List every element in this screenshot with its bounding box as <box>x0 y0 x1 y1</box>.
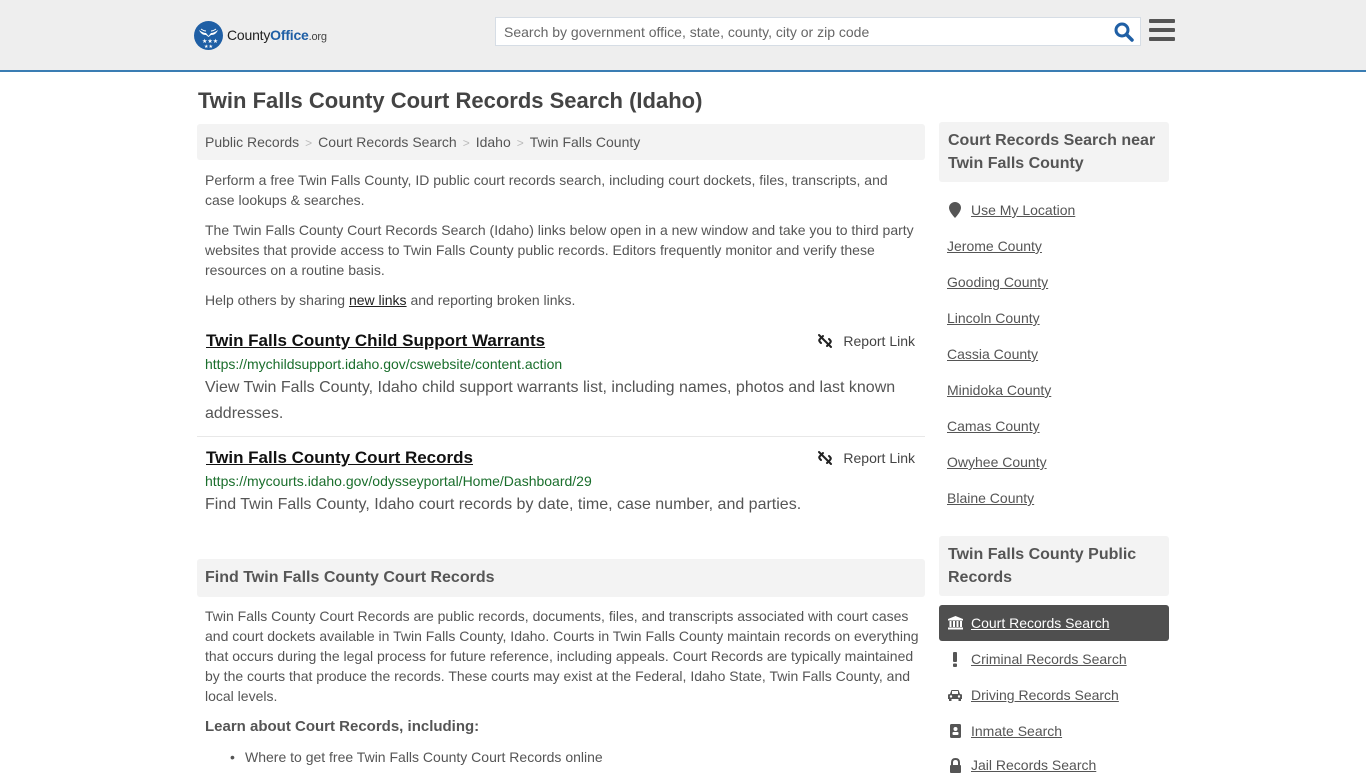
site-header: ★★★ ★★ CountyOffice.org <box>0 0 1366 72</box>
courthouse-icon <box>947 616 963 630</box>
find-section-heading: Find Twin Falls County Court Records <box>197 559 925 597</box>
intro-paragraph-1: Perform a free Twin Falls County, ID pub… <box>205 172 888 208</box>
page-title: Twin Falls County Court Records Search (… <box>198 88 703 113</box>
result-url: https://mychildsupport.idaho.gov/cswebsi… <box>205 356 563 372</box>
nearby-county-link[interactable]: Jerome County <box>947 238 1042 254</box>
breadcrumb: Public Records > Court Records Search > Idah… <box>197 124 925 160</box>
breadcrumb-twin-falls-county[interactable]: Twin Falls County <box>530 134 640 150</box>
nearby-county-link[interactable]: Cassia County <box>947 346 1038 362</box>
result-title-link[interactable]: Twin Falls County Court Records <box>206 448 473 468</box>
nearby-county-link[interactable]: Lincoln County <box>947 310 1040 326</box>
intro-paragraph-3: Help others by sharing new links and rep… <box>205 292 576 308</box>
sidebar-item-driving-records-search[interactable]: Driving Records Search <box>947 687 1119 703</box>
nearby-county-link[interactable]: Blaine County <box>947 490 1034 506</box>
logo-text: CountyOffice.org <box>227 27 327 43</box>
breadcrumb-separator: > <box>516 136 524 150</box>
nearby-county-link[interactable]: Owyhee County <box>947 454 1047 470</box>
find-section-body: Twin Falls County Court Records are publ… <box>205 608 919 704</box>
result-description: Find Twin Falls County, Idaho court reco… <box>205 496 802 513</box>
public-records-heading: Twin Falls County Public Records <box>939 536 1169 596</box>
new-links-link[interactable]: new links <box>349 292 407 308</box>
broken-link-icon <box>818 451 833 465</box>
id-badge-icon <box>947 724 963 738</box>
nearby-county-link[interactable]: Minidoka County <box>947 382 1051 398</box>
report-link-button[interactable]: Report Link <box>817 333 915 349</box>
nearby-county-link[interactable]: Camas County <box>947 418 1040 434</box>
result-url: https://mycourts.idaho.gov/odysseyportal… <box>205 473 592 489</box>
sidebar-item-court-records-search[interactable]: Court Records Search <box>939 605 1169 641</box>
lock-icon <box>947 757 963 773</box>
breadcrumb-public-records[interactable]: Public Records <box>205 134 299 150</box>
site-logo[interactable]: ★★★ ★★ CountyOffice.org <box>194 20 327 50</box>
breadcrumb-court-records-search[interactable]: Court Records Search <box>318 134 457 150</box>
intro-paragraph-2: The Twin Falls County Court Records Sear… <box>205 222 914 278</box>
nearby-county-link[interactable]: Gooding County <box>947 274 1048 290</box>
use-my-location-link[interactable]: Use My Location <box>947 202 1075 218</box>
broken-link-icon <box>818 334 833 348</box>
result-description: View Twin Falls County, Idaho child supp… <box>205 379 896 422</box>
nearby-heading: Court Records Search near Twin Falls Cou… <box>939 122 1169 182</box>
report-link-button[interactable]: Report Link <box>817 450 915 466</box>
divider <box>197 436 925 437</box>
search-icon[interactable] <box>1114 22 1134 42</box>
search-box <box>495 17 1141 46</box>
learn-list: Where to get free Twin Falls County Cour… <box>230 747 603 767</box>
result-title-link[interactable]: Twin Falls County Child Support Warrants <box>206 331 545 351</box>
breadcrumb-idaho[interactable]: Idaho <box>476 134 511 150</box>
sidebar-item-jail-records-search[interactable]: Jail Records Search <box>947 757 1096 773</box>
car-icon <box>947 689 963 701</box>
sidebar-item-criminal-records-search[interactable]: Criminal Records Search <box>947 651 1127 667</box>
svg-text:★★: ★★ <box>204 44 213 50</box>
breadcrumb-separator: > <box>462 136 470 150</box>
learn-list-item: Where to get free Twin Falls County Cour… <box>230 747 603 767</box>
sidebar-item-inmate-search[interactable]: Inmate Search <box>947 723 1062 739</box>
eagle-logo-icon: ★★★ ★★ <box>194 20 223 50</box>
intro-text: Perform a free Twin Falls County, ID pub… <box>205 170 920 320</box>
map-marker-icon <box>947 202 963 218</box>
search-input[interactable] <box>496 18 1106 45</box>
breadcrumb-separator: > <box>305 136 313 150</box>
learn-heading: Learn about Court Records, including: <box>205 718 480 735</box>
hamburger-menu-icon[interactable] <box>1149 19 1175 43</box>
exclamation-icon <box>947 651 963 667</box>
